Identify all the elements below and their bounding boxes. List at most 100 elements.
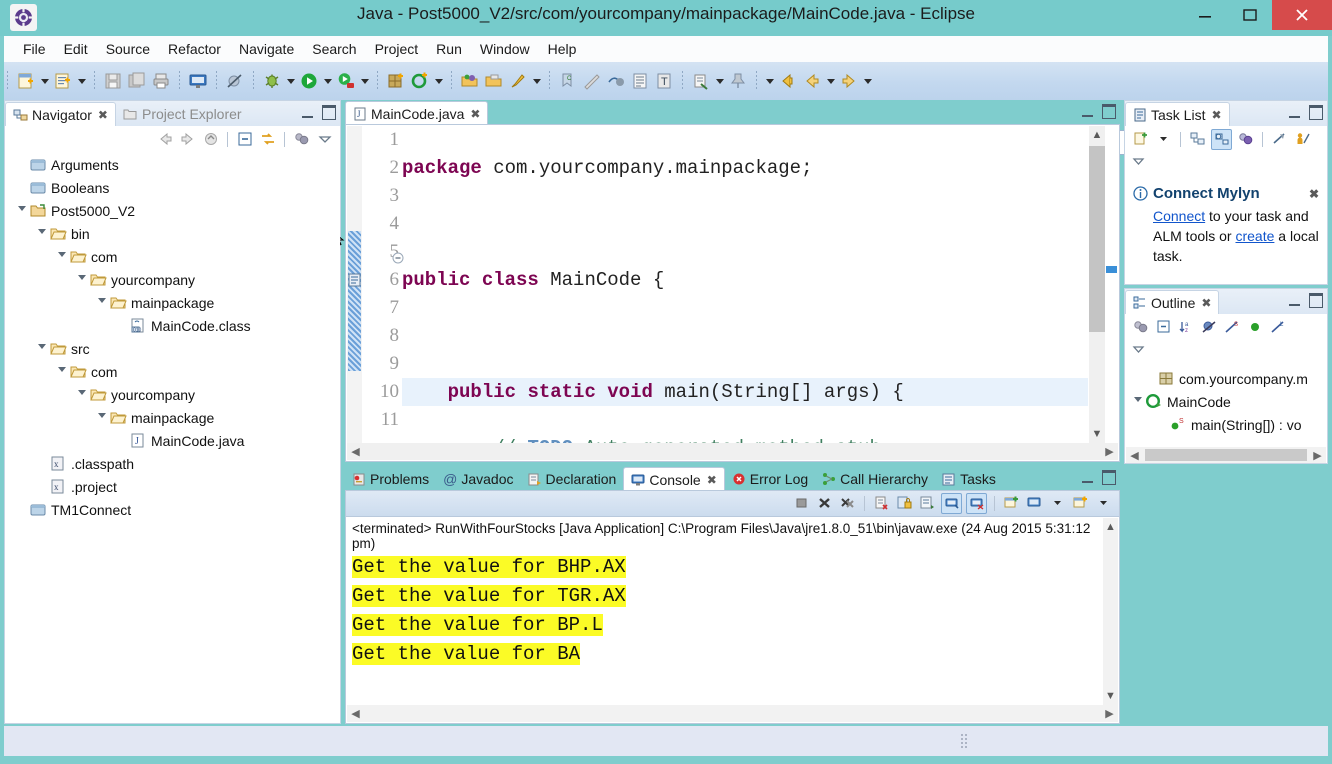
open-console-icon[interactable]	[1025, 494, 1044, 513]
quick-fix-icon[interactable]	[507, 70, 529, 92]
open-console-dropdown-icon[interactable]	[1048, 494, 1067, 513]
tab-error-log[interactable]: Error Log	[725, 467, 815, 491]
focus-icon[interactable]	[1236, 130, 1255, 149]
chevron-down-icon[interactable]	[1154, 130, 1173, 149]
schedule-icon[interactable]	[1211, 128, 1232, 150]
outline-horizontal-scrollbar[interactable]: ◀ ▶	[1126, 447, 1326, 463]
tree-item-maincode-java[interactable]: J MainCode.java	[5, 429, 340, 452]
save-all-icon[interactable]	[126, 70, 148, 92]
tab-call-hierarchy[interactable]: Call Hierarchy	[815, 467, 935, 491]
run-icon[interactable]	[298, 70, 320, 92]
task-view-menu-icon[interactable]	[1131, 155, 1147, 173]
editor-scroll-thumb[interactable]	[1089, 146, 1105, 332]
collapse-all-icon[interactable]	[1154, 318, 1173, 337]
hide-static-icon[interactable]: S	[1223, 318, 1242, 337]
console-horizontal-scrollbar[interactable]: ◀ ▶	[347, 705, 1118, 722]
tree-item-bin[interactable]: bin	[5, 222, 340, 245]
tree-item-src[interactable]: src	[5, 337, 340, 360]
focus-icon[interactable]	[292, 130, 311, 149]
scroll-down-arrow[interactable]: ▼	[1089, 425, 1105, 443]
back-arrow-icon[interactable]	[801, 70, 823, 92]
toolbar-extra-dropdown[interactable]	[763, 71, 776, 91]
debug-dropdown[interactable]	[284, 71, 297, 91]
run-dropdown[interactable]	[321, 71, 334, 91]
new-java-project-dropdown[interactable]	[432, 71, 445, 91]
tree-item-arguments[interactable]: Arguments	[5, 153, 340, 176]
back-arrow-icon[interactable]	[155, 130, 174, 149]
quick-fix-dropdown[interactable]	[530, 71, 543, 91]
tree-item-tm1connect[interactable]: TM1Connect	[5, 498, 340, 521]
tab-console[interactable]: Console ✖	[623, 467, 725, 491]
toggle-block-selection-icon[interactable]	[629, 70, 651, 92]
maximize-icon[interactable]	[1309, 105, 1323, 120]
new-console-icon[interactable]	[1071, 494, 1090, 513]
minimize-icon[interactable]	[302, 107, 313, 118]
minimize-icon[interactable]	[1289, 295, 1300, 306]
previous-annotation-icon[interactable]	[581, 70, 603, 92]
skip-breakpoints-icon[interactable]	[224, 70, 246, 92]
forward-arrow-icon[interactable]	[838, 70, 860, 92]
search-dropdown[interactable]	[713, 71, 726, 91]
tree-twisty-icon[interactable]	[75, 388, 89, 402]
back-dropdown[interactable]	[824, 71, 837, 91]
pin-console-icon[interactable]	[941, 492, 962, 514]
terminate-icon[interactable]	[792, 494, 811, 513]
debug-icon[interactable]	[261, 70, 283, 92]
menu-search[interactable]: Search	[303, 39, 365, 59]
tree-item-post5000-v2[interactable]: Post5000_V2	[5, 199, 340, 222]
minimize-icon[interactable]	[1082, 472, 1093, 483]
remove-all-launches-icon[interactable]	[838, 494, 857, 513]
scroll-right-arrow[interactable]: ▶	[1309, 449, 1326, 462]
scroll-left-arrow[interactable]: ◀	[1126, 449, 1143, 462]
tree-twisty-icon[interactable]	[35, 227, 49, 241]
clear-console-icon[interactable]	[872, 494, 891, 513]
tree-twisty-icon[interactable]	[1131, 395, 1145, 409]
menu-source[interactable]: Source	[97, 39, 159, 59]
open-console-icon[interactable]	[187, 70, 209, 92]
menu-edit[interactable]: Edit	[55, 39, 97, 59]
editor-horizontal-scrollbar[interactable]: ◀ ▶	[347, 443, 1118, 460]
outline-scroll-thumb[interactable]	[1145, 449, 1307, 461]
resize-grip[interactable]	[960, 733, 968, 749]
open-task-icon[interactable]	[483, 70, 505, 92]
tree-item-yourcompany[interactable]: yourcompany	[5, 268, 340, 291]
tree-item-com[interactable]: com	[5, 245, 340, 268]
menu-file[interactable]: File	[14, 39, 55, 59]
open-type-icon[interactable]	[459, 70, 481, 92]
tree-twisty-icon[interactable]	[95, 296, 109, 310]
tree-item-mainpackage[interactable]: mainpackage	[5, 406, 340, 429]
minimize-icon[interactable]	[1082, 106, 1093, 117]
new-java-class-icon[interactable]	[52, 70, 74, 92]
save-icon[interactable]	[102, 70, 124, 92]
scroll-lock-icon[interactable]	[895, 494, 914, 513]
tree-item-mainpackage[interactable]: mainpackage	[5, 291, 340, 314]
view-menu-icon[interactable]	[1094, 494, 1113, 513]
back-nav-icon[interactable]	[777, 70, 799, 92]
tab-outline-close[interactable]: ✖	[1201, 296, 1211, 310]
scroll-left-arrow[interactable]: ◀	[347, 707, 364, 720]
external-tools-dropdown[interactable]	[358, 71, 371, 91]
hide-local-types-icon[interactable]: L	[1269, 318, 1288, 337]
maximize-icon[interactable]	[1102, 470, 1116, 485]
maximize-icon[interactable]	[322, 105, 336, 120]
toggle-mark-occurrences-icon[interactable]: T	[653, 70, 675, 92]
categorize-icon[interactable]	[1188, 130, 1207, 149]
mylyn-connect-link[interactable]: Connect	[1153, 208, 1205, 224]
hide-nonpublic-icon[interactable]	[1246, 318, 1265, 337]
menu-project[interactable]: Project	[366, 39, 428, 59]
next-annotation-icon[interactable]: C	[557, 70, 579, 92]
person-icon[interactable]	[1293, 130, 1312, 149]
outline-view-menu-icon[interactable]	[1131, 343, 1147, 361]
tab-task-list[interactable]: Task List ✖	[1125, 102, 1230, 126]
minimize-icon[interactable]	[1289, 107, 1300, 118]
tree-item-classpath[interactable]: x .classpath	[5, 452, 340, 475]
tree-twisty-icon[interactable]	[35, 342, 49, 356]
tree-item-project[interactable]: x .project	[5, 475, 340, 498]
tree-item-yourcompany[interactable]: yourcompany	[5, 383, 340, 406]
sort-icon[interactable]: az	[1177, 318, 1196, 337]
menu-run[interactable]: Run	[427, 39, 471, 59]
view-menu-icon[interactable]	[315, 130, 334, 149]
menu-window[interactable]: Window	[471, 39, 539, 59]
mylyn-create-link[interactable]: create	[1235, 228, 1274, 244]
outline-tree[interactable]: com.yourcompany.m MainCode Smain(String[])…	[1125, 367, 1327, 446]
